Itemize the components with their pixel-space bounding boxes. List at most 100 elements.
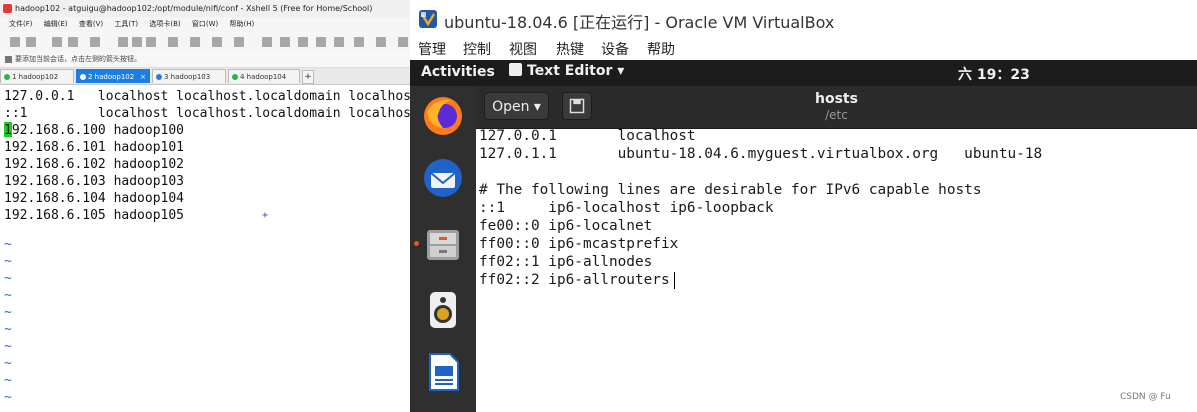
menu-machine[interactable]: 管理 (418, 39, 446, 59)
menu-file[interactable]: 文件(F) (9, 20, 33, 28)
xshell-toolbar (0, 32, 410, 53)
editor-line: 127.0.0.1 localhost (479, 128, 696, 144)
menu-control[interactable]: 控制 (463, 39, 491, 59)
text-caret (674, 272, 675, 289)
menu-help[interactable]: 帮助 (647, 39, 675, 59)
terminal-line: 192.168.6.101 hadoop101 (4, 140, 185, 155)
tab-hadoop103[interactable]: 3 hadoop103 (152, 69, 226, 83)
menu-tabs[interactable]: 选项卡(B) (149, 20, 180, 28)
copy-icon[interactable] (118, 37, 128, 47)
virtualbox-title-bar: ubuntu-18.04.6 [正在运行] - Oracle VM Virtua… (410, 0, 1197, 37)
menu-window[interactable]: 窗口(W) (192, 20, 218, 28)
menu-devices[interactable]: 设备 (601, 39, 629, 59)
arrow-icon[interactable] (5, 55, 12, 63)
editor-line: # The following lines are desirable for … (479, 182, 982, 198)
editor-line: ff02::2 ip6-allrouters (479, 272, 670, 288)
session-status-icon (232, 74, 238, 80)
terminal-line: 192.168.6.105 hadoop105 (4, 208, 185, 223)
document-path: /etc (825, 108, 848, 122)
help-icon[interactable] (398, 37, 408, 47)
xshell-app-icon (3, 4, 12, 13)
virtualbox-menu-bar: 管理 控制 视图 热键 设备 帮助 (410, 37, 1197, 60)
thunderbird-icon[interactable] (421, 156, 465, 200)
open-folder-icon[interactable] (26, 37, 36, 47)
tab-hadoop104[interactable]: 4 hadoop104 (228, 69, 300, 83)
vim-empty-line: ~ (4, 305, 12, 320)
print-icon[interactable] (168, 37, 178, 47)
menu-view[interactable]: 查看(V) (79, 20, 103, 28)
globe-icon[interactable] (212, 37, 222, 47)
text-editor-area[interactable]: 127.0.0.1 localhost 127.0.1.1 ubuntu-18.… (476, 128, 1197, 412)
menu-input[interactable]: 热键 (556, 39, 584, 59)
layout-icon[interactable] (354, 37, 364, 47)
vim-empty-line: ~ (4, 339, 12, 354)
xshell-menu-bar: 文件(F) 编辑(E) 查看(V) 工具(T) 选项卡(B) 窗口(W) 帮助(… (0, 17, 410, 32)
editor-line: ::1 ip6-localhost ip6-loopback (479, 200, 774, 216)
virtualbox-logo-icon (419, 10, 437, 28)
clock[interactable]: 六 19：23 (958, 64, 1030, 84)
transfer-icon[interactable] (190, 37, 200, 47)
add-tab-button[interactable]: + (302, 70, 314, 84)
libreoffice-writer-icon[interactable] (421, 350, 465, 394)
tab-label: 3 hadoop103 (164, 73, 211, 81)
session-tab-bar: 1 hadoop102 2 hadoop102 × 3 hadoop103 4 … (0, 68, 410, 85)
menu-view[interactable]: 视图 (509, 39, 537, 59)
terminal-line: ::1 localhost localhost.localdomain loca… (4, 106, 410, 121)
vim-empty-line: ~ (4, 271, 12, 286)
session-hint-text: 要添加当前会话，点击左侧的箭头按钮。 (15, 55, 141, 63)
activities-button[interactable]: Activities (421, 64, 495, 80)
vim-empty-line: ~ (4, 322, 12, 337)
compose-icon[interactable] (334, 37, 344, 47)
virtualbox-window-title: ubuntu-18.04.6 [正在运行] - Oracle VM Virtua… (444, 13, 835, 32)
session-status-icon (156, 74, 162, 80)
menu-tools[interactable]: 工具(T) (114, 20, 138, 28)
menu-help[interactable]: 帮助(H) (229, 20, 254, 28)
session-status-icon (80, 74, 86, 80)
fullscreen-icon[interactable] (298, 37, 308, 47)
session-status-icon (4, 74, 10, 80)
paste-icon[interactable] (132, 37, 142, 47)
tab-label: 1 hadoop102 (12, 73, 59, 81)
watermark: CSDN @ Fu (1120, 392, 1171, 402)
tab-hadoop102-2[interactable]: 2 hadoop102 × (76, 69, 150, 83)
terminal-line: 127.0.0.1 localhost localhost.localdomai… (4, 89, 410, 104)
terminal-line: 192.168.6.104 hadoop104 (4, 191, 185, 206)
app-menu[interactable]: Text Editor ▾ (509, 63, 624, 79)
menu-edit[interactable]: 编辑(E) (44, 20, 68, 28)
rhythmbox-icon[interactable] (421, 288, 465, 332)
firefox-icon[interactable] (421, 94, 465, 138)
editor-line: 127.0.1.1 ubuntu-18.04.6.myguest.virtual… (479, 146, 1043, 162)
new-session-icon[interactable] (10, 37, 20, 47)
text-editor-icon (509, 63, 522, 76)
tab-hadoop102-1[interactable]: 1 hadoop102 (0, 69, 74, 83)
ubuntu-top-bar: Activities Text Editor ▾ 六 19：23 (410, 60, 1197, 86)
document-title: hosts (815, 91, 858, 107)
xshell-window-title: hadoop102 - atguigu@hadoop102:/opt/modul… (15, 4, 373, 13)
link-icon[interactable] (68, 37, 78, 47)
vim-empty-line: ~ (4, 237, 12, 252)
keyboard-icon[interactable] (280, 37, 290, 47)
vim-empty-line: ~ (4, 356, 12, 371)
running-indicator (414, 241, 419, 246)
xshell-title-bar: hadoop102 - atguigu@hadoop102:/opt/modul… (0, 0, 410, 17)
session-hint-bar: 要添加当前会话，点击左侧的箭头按钮。 (0, 52, 410, 68)
reconnect-icon[interactable] (90, 37, 100, 47)
close-tab-icon[interactable]: × (140, 70, 146, 84)
gedit-window: Open ▾ hosts /etc 127.0.0.1 localhost 12… (476, 86, 1197, 412)
lock-icon[interactable] (316, 37, 326, 47)
font-icon[interactable] (234, 37, 244, 47)
files-icon[interactable] (421, 222, 465, 266)
properties-icon[interactable] (52, 37, 62, 47)
editor-line: ff02::1 ip6-allnodes (479, 254, 653, 270)
mouse-pointer-icon: + (262, 210, 269, 221)
terminal-area[interactable]: 127.0.0.1 localhost localhost.localdomai… (0, 85, 410, 412)
tab-label: 2 hadoop102 (88, 73, 135, 81)
terminal-line: 192.168.6.103 hadoop103 (4, 174, 185, 189)
editor-line: fe00::0 ip6-localnet (479, 218, 653, 234)
app-menu-label: Text Editor ▾ (527, 63, 625, 79)
script-icon[interactable] (262, 37, 272, 47)
virtualbox-window: ubuntu-18.04.6 [正在运行] - Oracle VM Virtua… (410, 0, 1197, 412)
ubuntu-dock (410, 86, 476, 412)
tile-icon[interactable] (376, 37, 386, 47)
find-icon[interactable] (146, 37, 156, 47)
